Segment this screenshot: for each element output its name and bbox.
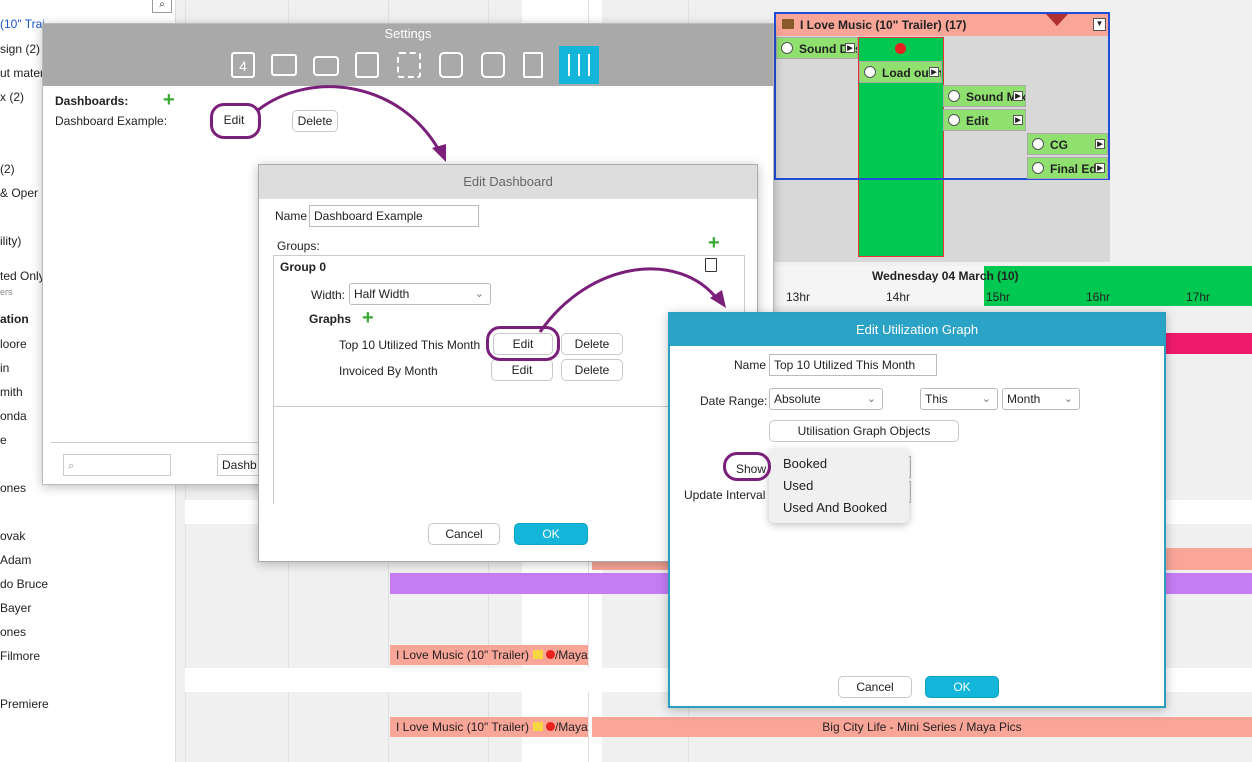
annotation-arrow xyxy=(538,267,720,333)
annotation-arrow xyxy=(257,85,442,153)
arrow-head-icon xyxy=(432,144,446,162)
annotation-arrows xyxy=(257,85,726,333)
